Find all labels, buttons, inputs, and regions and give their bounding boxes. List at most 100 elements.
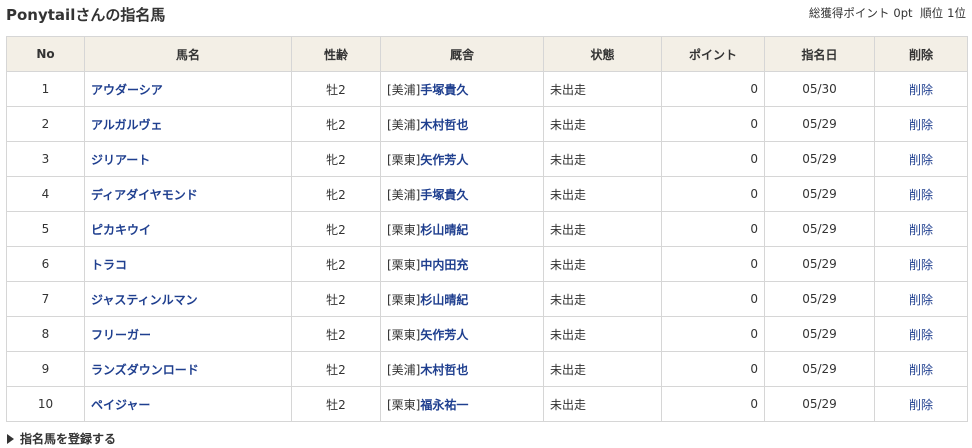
points-value: 0 — [661, 351, 765, 387]
points-value: 0 — [661, 386, 765, 422]
trainer-link[interactable]: 木村哲也 — [420, 118, 468, 132]
column-header-horse-name: 馬名 — [84, 36, 292, 72]
trainer-link[interactable]: 杉山晴紀 — [420, 223, 468, 237]
stable-location: [美浦] — [387, 187, 421, 202]
stable-cell: [栗東]杉山晴紀 — [380, 281, 544, 317]
nomination-date: 05/29 — [764, 316, 875, 352]
horse-name-cell: ペイジャー — [84, 386, 292, 422]
points-value: 0 — [661, 141, 765, 177]
points-summary: 総獲得ポイント 0pt 順位 1位 — [809, 5, 966, 21]
sex-age: 牡2 — [291, 316, 381, 352]
sex-age: 牝2 — [291, 211, 381, 247]
trainer-link[interactable]: 手塚貴久 — [420, 83, 468, 97]
horse-name-link[interactable]: ジャスティンルマン — [91, 293, 198, 307]
stable-location: [栗東] — [387, 222, 421, 237]
row-number: 10 — [6, 386, 85, 422]
delete-cell: 削除 — [874, 141, 968, 177]
column-header-status: 状態 — [543, 36, 662, 72]
column-header-delete: 削除 — [874, 36, 968, 72]
race-status: 未出走 — [543, 176, 662, 212]
nomination-date: 05/29 — [764, 211, 875, 247]
stable-cell: [美浦]手塚貴久 — [380, 176, 544, 212]
trainer-link[interactable]: 木村哲也 — [420, 363, 468, 377]
horse-name-cell: ジリアート — [84, 141, 292, 177]
stable-location: [美浦] — [387, 117, 421, 132]
stable-cell: [美浦]手塚貴久 — [380, 71, 544, 107]
points-value: 0 — [661, 71, 765, 107]
stable-location: [栗東] — [387, 292, 421, 307]
trainer-link[interactable]: 手塚貴久 — [420, 188, 468, 202]
row-number: 9 — [6, 351, 85, 387]
table-header-row: No 馬名 性齢 厩舎 状態 ポイント 指名日 削除 — [6, 36, 968, 72]
column-header-stable: 厩舎 — [380, 36, 544, 72]
table-row: 2 アルガルヴェ 牝2 [美浦]木村哲也 未出走 0 05/29 削除 — [6, 106, 968, 142]
stable-cell: [栗東]矢作芳人 — [380, 316, 544, 352]
sex-age: 牝2 — [291, 106, 381, 142]
table-body: 1 アウダーシア 牡2 [美浦]手塚貴久 未出走 0 05/30 削除 2 アルガルヴェ 牝2 [美浦… — [6, 71, 968, 422]
race-status: 未出走 — [543, 316, 662, 352]
delete-link[interactable]: 削除 — [909, 118, 933, 132]
stable-cell: [栗東]杉山晴紀 — [380, 211, 544, 247]
horse-name-cell: ジャスティンルマン — [84, 281, 292, 317]
horse-name-link[interactable]: トラコ — [91, 258, 127, 272]
horse-name-cell: トラコ — [84, 246, 292, 282]
horse-name-link[interactable]: アルガルヴェ — [91, 118, 163, 132]
sex-age: 牝2 — [291, 246, 381, 282]
delete-link[interactable]: 削除 — [909, 398, 933, 412]
delete-link[interactable]: 削除 — [909, 83, 933, 97]
delete-cell: 削除 — [874, 316, 968, 352]
race-status: 未出走 — [543, 106, 662, 142]
stable-cell: [美浦]木村哲也 — [380, 351, 544, 387]
stable-location: [美浦] — [387, 362, 421, 377]
nomination-date: 05/29 — [764, 281, 875, 317]
column-header-date: 指名日 — [764, 36, 875, 72]
delete-link[interactable]: 削除 — [909, 188, 933, 202]
delete-link[interactable]: 削除 — [909, 328, 933, 342]
horse-name-link[interactable]: アウダーシア — [91, 83, 163, 97]
trainer-link[interactable]: 杉山晴紀 — [420, 293, 468, 307]
register-horse-link[interactable]: 指名馬を登録する — [7, 430, 116, 447]
sex-age: 牡2 — [291, 351, 381, 387]
race-status: 未出走 — [543, 386, 662, 422]
sex-age: 牡2 — [291, 71, 381, 107]
horse-name-link[interactable]: ペイジャー — [91, 398, 150, 412]
horse-name-cell: フリーガー — [84, 316, 292, 352]
table-row: 6 トラコ 牝2 [栗東]中内田充 未出走 0 05/29 削除 — [6, 246, 968, 282]
delete-link[interactable]: 削除 — [909, 153, 933, 167]
trainer-link[interactable]: 福永祐一 — [420, 398, 468, 412]
horse-name-link[interactable]: ディアダイヤモンド — [91, 188, 198, 202]
delete-link[interactable]: 削除 — [909, 223, 933, 237]
table-row: 4 ディアダイヤモンド 牝2 [美浦]手塚貴久 未出走 0 05/29 削除 — [6, 176, 968, 212]
horse-name-link[interactable]: フリーガー — [91, 328, 151, 342]
points-value: 0 — [661, 211, 765, 247]
total-points-label: 総獲得ポイント — [808, 6, 890, 20]
horse-name-link[interactable]: ジリアート — [91, 153, 150, 167]
points-value: 0 — [661, 106, 765, 142]
row-number: 6 — [6, 246, 85, 282]
horse-name-link[interactable]: ピカキウイ — [91, 223, 151, 237]
nominated-horses-table: No 馬名 性齢 厩舎 状態 ポイント 指名日 削除 1 アウダーシア 牡2 [美浦]… — [6, 36, 968, 422]
register-horse-label: 指名馬を登録する — [20, 432, 117, 446]
horse-name-cell: アウダーシア — [84, 71, 292, 107]
race-status: 未出走 — [543, 141, 662, 177]
points-value: 0 — [661, 316, 765, 352]
row-number: 3 — [6, 141, 85, 177]
delete-link[interactable]: 削除 — [909, 293, 933, 307]
total-points-value: 0pt — [893, 6, 913, 20]
horse-name-link[interactable]: ランズダウンロード — [91, 363, 199, 377]
sex-age: 牡2 — [291, 386, 381, 422]
triangle-right-icon — [7, 434, 14, 444]
row-number: 2 — [6, 106, 85, 142]
delete-link[interactable]: 削除 — [909, 363, 933, 377]
stable-location: [栗東] — [387, 257, 421, 272]
delete-cell: 削除 — [874, 386, 968, 422]
delete-link[interactable]: 削除 — [909, 258, 933, 272]
stable-location: [栗東] — [387, 152, 421, 167]
rank-label: 順位 — [920, 6, 944, 20]
trainer-link[interactable]: 中内田充 — [420, 258, 468, 272]
column-header-points: ポイント — [661, 36, 765, 72]
trainer-link[interactable]: 矢作芳人 — [420, 153, 468, 167]
horse-name-cell: アルガルヴェ — [84, 106, 292, 142]
table-row: 9 ランズダウンロード 牡2 [美浦]木村哲也 未出走 0 05/29 削除 — [6, 351, 968, 387]
trainer-link[interactable]: 矢作芳人 — [420, 328, 468, 342]
